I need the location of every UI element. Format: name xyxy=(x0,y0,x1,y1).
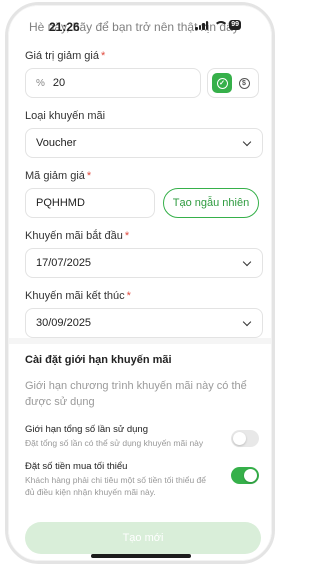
end-date-select[interactable]: 30/09/2025 xyxy=(25,308,263,338)
percent-prefix: % xyxy=(36,77,45,89)
promo-type-value: Voucher xyxy=(36,137,77,149)
end-date-value: 30/09/2025 xyxy=(36,317,92,329)
limit-total-usage-toggle[interactable] xyxy=(231,430,259,447)
discount-value-input[interactable]: % 20 xyxy=(25,68,201,98)
end-date-label: Khuyến mãi kết thúc * xyxy=(25,290,131,302)
form: Giá trị giảm giá * % 20 ✓ $ Loại khuyến m xyxy=(25,50,263,338)
percent-icon: ✓ xyxy=(216,77,228,89)
discount-type-toggle: ✓ $ xyxy=(207,68,259,98)
generate-random-code-button[interactable]: Tạo ngẫu nhiên xyxy=(163,188,259,218)
signal-icon xyxy=(195,20,209,30)
chevron-down-icon xyxy=(242,317,252,326)
limits-title: Cài đặt giới hạn khuyến mãi xyxy=(25,354,172,366)
promo-type-select[interactable]: Voucher xyxy=(25,128,263,158)
min-purchase-title: Đặt số tiền mua tối thiểu xyxy=(25,461,128,472)
phone-frame: Hè này, hãy để bạn trở nên thật xịn đấy … xyxy=(5,2,275,564)
code-label: Mã giảm giá * xyxy=(25,170,92,182)
required-mark: * xyxy=(124,230,130,242)
required-mark: * xyxy=(100,50,106,62)
limits-description: Giới hạn chương trình khuyến mãi này có … xyxy=(25,380,247,408)
limit-total-usage-title: Giới hạn tổng số lần sử dụng xyxy=(25,424,148,435)
section-divider xyxy=(9,338,271,344)
battery-icon: 99 xyxy=(229,20,241,30)
home-indicator xyxy=(91,554,191,558)
screen: Hè này, hãy để bạn trở nên thật xịn đấy … xyxy=(8,5,272,561)
code-value: PQHHMD xyxy=(36,197,85,209)
create-button[interactable]: Tạo mới xyxy=(25,522,261,554)
percent-type-button[interactable]: ✓ xyxy=(212,73,232,93)
discount-value-text: 20 xyxy=(52,77,66,89)
discount-value-label: Giá trị giảm giá * xyxy=(25,50,106,62)
start-date-label: Khuyến mãi bắt đầu * xyxy=(25,230,130,242)
limit-total-usage-option: Giới hạn tổng số lần sử dụng Đặt tổng số… xyxy=(25,424,259,449)
min-purchase-option: Đặt số tiền mua tối thiểu Khách hàng phả… xyxy=(25,461,259,498)
min-purchase-description: Khách hàng phải chi tiêu một số tiền tối… xyxy=(25,475,206,497)
code-input[interactable]: PQHHMD xyxy=(25,188,155,218)
status-icons: 99 xyxy=(195,20,241,30)
wifi-icon xyxy=(213,20,229,30)
required-mark: * xyxy=(86,170,92,182)
promo-type-label: Loại khuyến mãi xyxy=(25,110,106,122)
limit-total-usage-description: Đặt tổng số lần có thể sử dụng khuyến mã… xyxy=(25,438,204,448)
status-bar: 21:26 99 xyxy=(9,6,271,38)
limits-section: Cài đặt giới hạn khuyến mãi Giới hạn chư… xyxy=(25,354,259,510)
code-row: PQHHMD Tạo ngẫu nhiên xyxy=(25,188,263,218)
status-time: 21:26 xyxy=(49,20,80,34)
start-date-value: 17/07/2025 xyxy=(36,257,92,269)
required-mark: * xyxy=(126,290,131,302)
chevron-down-icon xyxy=(242,137,252,146)
start-date-select[interactable]: 17/07/2025 xyxy=(25,248,263,278)
chevron-down-icon xyxy=(242,257,252,266)
min-purchase-toggle[interactable] xyxy=(231,467,259,484)
dollar-icon: $ xyxy=(238,77,250,89)
amount-type-button[interactable]: $ xyxy=(234,73,254,93)
discount-value-row: % 20 ✓ $ xyxy=(25,68,263,98)
